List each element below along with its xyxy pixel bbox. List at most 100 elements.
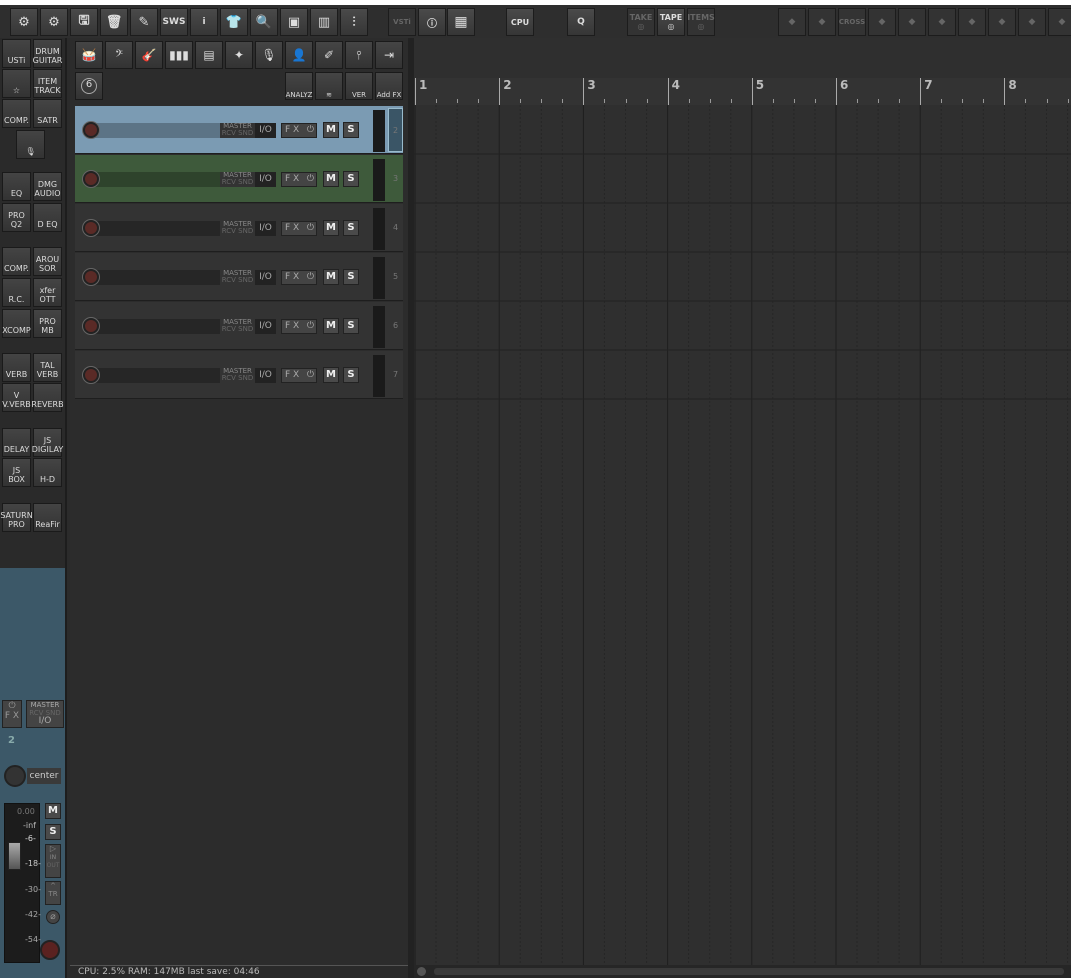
- fx-bypass-icon[interactable]: ⏻: [307, 173, 314, 186]
- record-arm-button[interactable]: [83, 220, 99, 236]
- sidebar-fx-button[interactable]: V V.VERB: [2, 383, 31, 412]
- theme-button[interactable]: 👕: [220, 8, 248, 36]
- track-lanes[interactable]: [414, 105, 1071, 965]
- io-button[interactable]: I/O: [255, 270, 276, 285]
- sidebar-fx-button[interactable]: REVERB: [31, 383, 64, 412]
- track-number[interactable]: 4: [388, 206, 403, 250]
- io-button[interactable]: I/O: [255, 172, 276, 187]
- fx-bypass-icon[interactable]: ⏻: [307, 222, 314, 235]
- record-arm-button[interactable]: [83, 367, 99, 383]
- sidebar-fx-button[interactable]: PRO Q2: [2, 203, 31, 232]
- track-number[interactable]: 5: [388, 255, 403, 299]
- record-arm-button[interactable]: [83, 318, 99, 334]
- timeline-ruler[interactable]: 1 2 3 4 5 6 7 8: [414, 78, 1071, 105]
- guitar-template-button[interactable]: 🎸: [135, 41, 163, 69]
- sidebar-fx-button[interactable]: xfer OTT: [33, 278, 62, 307]
- fx-button[interactable]: F X ⏻: [281, 172, 317, 187]
- phase-icon[interactable]: ⌀: [46, 910, 60, 924]
- io-button[interactable]: I/O: [255, 221, 276, 236]
- arrow-right-template-button[interactable]: ⇥: [375, 41, 403, 69]
- bass-clef-template-button[interactable]: 𝄢: [105, 41, 133, 69]
- solo-button[interactable]: S: [343, 367, 359, 383]
- fx-button[interactable]: F X ⏻: [281, 319, 317, 334]
- sidebar-fx-button[interactable]: PRO MB: [33, 309, 62, 338]
- sidebar-fx-button[interactable]: COMP.: [2, 247, 31, 276]
- record-arm-button[interactable]: [40, 940, 60, 960]
- save-button[interactable]: 🖫: [70, 8, 98, 36]
- eq-template-button[interactable]: ⫯: [345, 41, 373, 69]
- scrollbar-thumb[interactable]: [434, 968, 1064, 975]
- routing-button[interactable]: MASTER RCV SND: [220, 123, 255, 138]
- grid-button[interactable]: ◆: [928, 8, 956, 36]
- six-button[interactable]: 6: [75, 72, 103, 100]
- arrange-view[interactable]: 1 2 3 4 5 6 7 8: [414, 38, 1071, 965]
- search-button[interactable]: 🔍: [250, 8, 278, 36]
- metronome-button[interactable]: ◆: [778, 8, 806, 36]
- track-number[interactable]: 7: [388, 353, 403, 397]
- info-button[interactable]: i: [190, 8, 218, 36]
- fx-button[interactable]: F X ⏻: [281, 123, 317, 138]
- drums-template-button[interactable]: 🥁: [75, 41, 103, 69]
- mute-button[interactable]: M: [323, 220, 339, 236]
- horizontal-scrollbar[interactable]: [414, 965, 1071, 978]
- swap-button[interactable]: ◆: [1018, 8, 1046, 36]
- gear-button[interactable]: ⚙: [40, 8, 68, 36]
- io-button[interactable]: I/O: [255, 319, 276, 334]
- fx-template-button[interactable]: ✦: [225, 41, 253, 69]
- sidebar-fx-button[interactable]: AROU SOR: [33, 247, 62, 276]
- record-arm-button[interactable]: [83, 269, 99, 285]
- fx-bypass-icon[interactable]: ⏻: [307, 369, 314, 382]
- pan-knob[interactable]: [4, 765, 26, 787]
- volume-fader-handle[interactable]: [8, 842, 21, 870]
- piano-template-button[interactable]: ▮▮▮: [165, 41, 193, 69]
- fx-button[interactable]: F X ⏻: [281, 368, 317, 383]
- sidebar-fx-button[interactable]: EQ: [2, 172, 31, 201]
- track-row[interactable]: MASTER RCV SND I/O F X ⏻ M S 3: [75, 155, 403, 203]
- mute-button[interactable]: M: [323, 269, 339, 285]
- track-number[interactable]: 3: [388, 157, 403, 201]
- mixer-io-button[interactable]: MASTER RCV SND I/O: [26, 700, 64, 728]
- mute-button[interactable]: M: [323, 318, 339, 334]
- solo-button[interactable]: S: [343, 171, 359, 187]
- sidebar-fx-button[interactable]: SATURN PRO: [0, 503, 33, 532]
- mute-button[interactable]: M: [323, 171, 339, 187]
- sidebar-fx-button[interactable]: DMG AUDIO: [33, 172, 62, 201]
- mixer-solo-button[interactable]: S: [45, 824, 61, 840]
- routing-button[interactable]: MASTER RCV SND: [220, 270, 255, 285]
- take-mode-button[interactable]: TAKE ◎: [627, 8, 655, 36]
- mixer-button[interactable]: ⫶: [340, 8, 368, 36]
- solo-button[interactable]: S: [343, 269, 359, 285]
- items-mode-button[interactable]: ITEMS ◎: [687, 8, 715, 36]
- group-button[interactable]: ◆: [988, 8, 1016, 36]
- sidebar-fx-button[interactable]: ☆: [2, 69, 31, 98]
- track-number[interactable]: 2: [388, 108, 403, 152]
- sidebar-fx-button[interactable]: DELAY: [2, 428, 31, 457]
- ver-button[interactable]: VER: [345, 72, 373, 100]
- io-button[interactable]: I/O: [255, 123, 276, 138]
- track-row[interactable]: MASTER RCV SND I/O F X ⏻ M S 6: [75, 302, 403, 350]
- notes-button[interactable]: ✎: [130, 8, 158, 36]
- record-arm-button[interactable]: [83, 171, 99, 187]
- synth-template-button[interactable]: ▤: [195, 41, 223, 69]
- fx-button[interactable]: F X ⏻: [281, 270, 317, 285]
- fx-bypass-icon[interactable]: ⏻: [307, 271, 314, 284]
- sidebar-fx-button[interactable]: ITEM TRACK: [33, 69, 62, 98]
- track-info-icon[interactable]: ⓘ: [418, 8, 446, 36]
- input-monitor-button[interactable]: ▷ IN OUT: [45, 844, 61, 878]
- sidebar-fx-button[interactable]: JS DIGILAY: [32, 428, 63, 457]
- vsti-button[interactable]: VSTi: [388, 8, 416, 36]
- fx-bypass-icon[interactable]: ⏻: [307, 320, 314, 333]
- track-row[interactable]: MASTER RCV SND I/O F X ⏻ M S 2: [75, 106, 403, 154]
- sidebar-fx-button[interactable]: XCOMP: [2, 309, 31, 338]
- addfx-button[interactable]: Add FX: [375, 72, 403, 100]
- snap-button[interactable]: ◆: [898, 8, 926, 36]
- spectrum-button[interactable]: ▥: [310, 8, 338, 36]
- routing-button[interactable]: MASTER RCV SND: [220, 368, 255, 383]
- fx-bypass-icon[interactable]: ⏻: [307, 124, 314, 137]
- analyz-button[interactable]: ANALYZ: [285, 72, 313, 100]
- sidebar-fx-button[interactable]: TAL VERB: [33, 353, 62, 382]
- mixer-fx-button[interactable]: ⏻ F X: [2, 700, 22, 728]
- fx-button[interactable]: F X ⏻: [281, 221, 317, 236]
- sidebar-fx-button[interactable]: DRUM GUITAR: [33, 39, 62, 68]
- io-button[interactable]: I/O: [255, 368, 276, 383]
